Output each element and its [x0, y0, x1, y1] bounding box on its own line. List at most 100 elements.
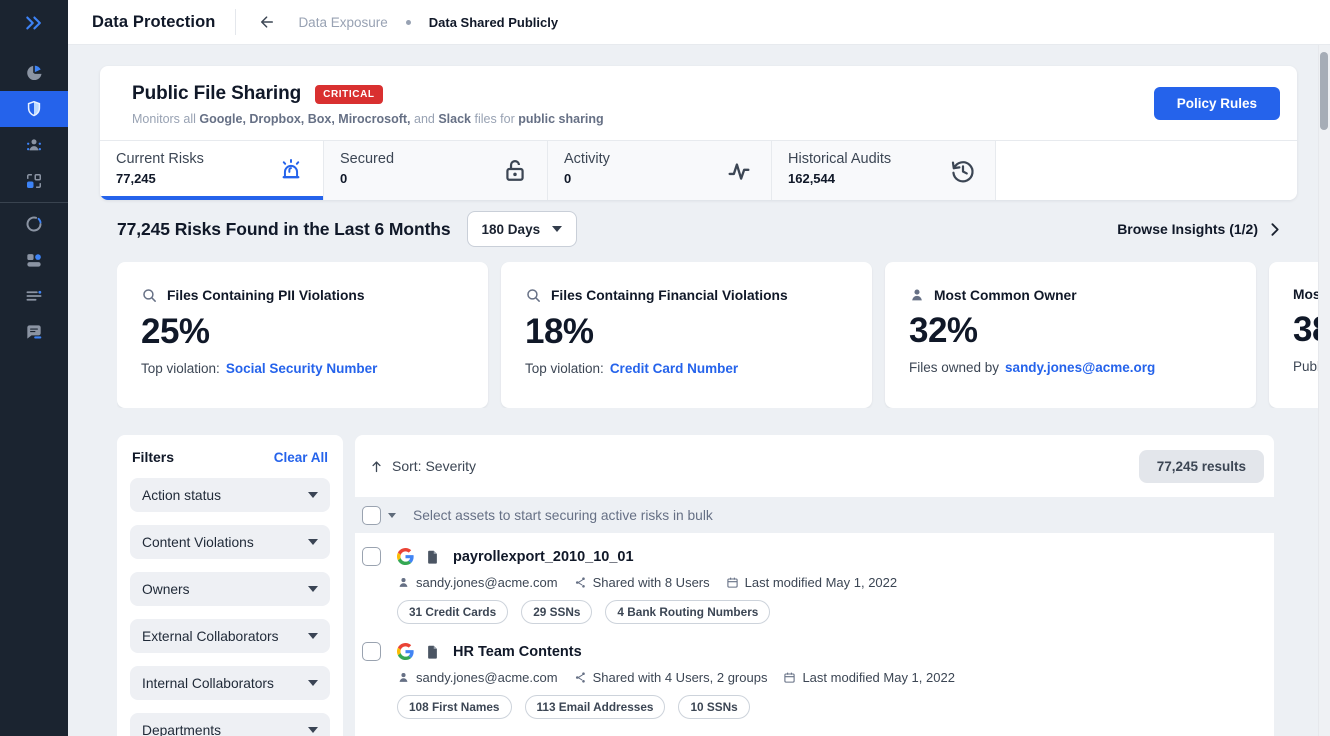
results-count-badge: 77,245 results [1139, 450, 1264, 483]
pie-chart-icon [24, 63, 44, 83]
history-icon [949, 157, 977, 185]
scrollbar-thumb[interactable] [1320, 52, 1328, 130]
search-icon [525, 287, 542, 304]
page-scrollbar[interactable] [1318, 45, 1330, 736]
calendar-icon [783, 671, 796, 684]
bulk-select-caret-icon[interactable] [388, 513, 396, 518]
violation-tag: 108 First Names [397, 695, 512, 719]
caret-down-icon [308, 539, 318, 545]
tab-secured[interactable]: Secured 0 [324, 141, 548, 200]
clear-all-filters-link[interactable]: Clear All [274, 450, 328, 465]
asset-name-link[interactable]: payrollexport_2010_10_01 [453, 549, 634, 565]
google-drive-icon [397, 548, 414, 565]
insight-value: 38 [1293, 310, 1318, 350]
header-divider [235, 9, 236, 35]
breadcrumb-parent[interactable]: Data Exposure [298, 15, 387, 30]
caret-down-icon [308, 492, 318, 498]
filter-label: External Collaborators [142, 629, 279, 644]
insight-footer-prefix: Files owned by [909, 360, 999, 375]
sidebar-item-support[interactable] [0, 314, 68, 350]
filter-label: Content Violations [142, 535, 254, 550]
asset-owner: sandy.jones@acme.com [397, 670, 558, 685]
sidebar-item-analytics[interactable] [0, 55, 68, 91]
policy-subtitle: Monitors all Google, Dropbox, Box, Miroc… [132, 112, 1265, 126]
violation-tag: 113 Email Addresses [525, 695, 666, 719]
filter-external-collaborators[interactable]: External Collaborators [130, 619, 330, 653]
app-title: Data Protection [92, 13, 215, 32]
insight-title: Files Containng Financial Violations [551, 288, 788, 303]
insight-footer-link[interactable]: sandy.jones@acme.org [1005, 360, 1155, 375]
app-sidebar [0, 0, 68, 736]
insight-footer-prefix: Top violation: [525, 361, 604, 376]
tab-current-risks[interactable]: Current Risks 77,245 [100, 141, 324, 200]
violation-tag: 31 Credit Cards [397, 600, 508, 624]
date-range-value: 180 Days [482, 222, 541, 237]
caret-down-icon [308, 680, 318, 686]
shield-icon [24, 99, 44, 119]
tab-activity[interactable]: Activity 0 [548, 141, 772, 200]
tab-historical-audits[interactable]: Historical Audits 162,544 [772, 141, 996, 200]
sidebar-item-logs[interactable] [0, 278, 68, 314]
asset-row: HR Team Contents sandy.jones@acme.com Sh… [355, 642, 1274, 736]
document-icon [425, 644, 440, 660]
chat-icon [24, 322, 44, 342]
policy-tabs: Current Risks 77,245 Secured 0 Activity … [100, 140, 1297, 200]
double-chevron-icon [24, 13, 44, 33]
share-icon [574, 576, 587, 589]
share-icon [574, 671, 587, 684]
filter-label: Owners [142, 582, 190, 597]
policy-title: Public File Sharing [132, 83, 301, 105]
lock-icon [501, 157, 529, 185]
sidebar-expand-button[interactable] [0, 0, 68, 45]
insight-cards-carousel: Files Containing PII Violations 25% Top … [117, 262, 1318, 408]
policy-header: Public File Sharing CRITICAL Monitors al… [100, 66, 1297, 140]
sidebar-item-data-protection[interactable] [0, 91, 68, 127]
asset-name-link[interactable]: HR Team Contents [453, 644, 582, 660]
policy-rules-button[interactable]: Policy Rules [1154, 87, 1280, 120]
filter-action-status[interactable]: Action status [130, 478, 330, 512]
insight-footer-prefix: Publ [1293, 359, 1318, 374]
insight-card-owner: Most Common Owner 32% Files owned bysand… [885, 262, 1256, 408]
results-panel: Sort: Severity 77,245 results Select ass… [355, 435, 1274, 736]
sort-label: Sort: Severity [392, 458, 476, 474]
browse-insights-label: Browse Insights (1/2) [1117, 221, 1258, 237]
users-icon [24, 135, 44, 155]
breadcrumb-dot [406, 20, 411, 25]
back-button[interactable] [258, 13, 276, 31]
calendar-icon [726, 576, 739, 589]
asset-last-modified: Last modified May 1, 2022 [726, 575, 897, 590]
sort-control[interactable]: Sort: Severity [369, 458, 476, 474]
tabs-filler [996, 141, 1297, 200]
google-drive-icon [397, 643, 414, 660]
asset-owner: sandy.jones@acme.com [397, 575, 558, 590]
insight-value: 25% [141, 312, 464, 352]
filter-internal-collaborators[interactable]: Internal Collaborators [130, 666, 330, 700]
insight-title: Most Common Owner [934, 288, 1077, 303]
asset-checkbox[interactable] [362, 642, 381, 661]
browse-insights-link[interactable]: Browse Insights (1/2) [1117, 221, 1283, 238]
filter-departments[interactable]: Departments [130, 713, 330, 736]
sidebar-item-apps[interactable] [0, 242, 68, 278]
filters-panel: Filters Clear All Action status Content … [117, 435, 343, 736]
bulk-select-checkbox[interactable] [362, 506, 381, 525]
sync-icon [24, 214, 44, 234]
back-arrow-icon [258, 13, 276, 31]
sidebar-item-workflows[interactable] [0, 163, 68, 199]
insight-title: Files Containing PII Violations [167, 288, 365, 303]
sidebar-item-identities[interactable] [0, 127, 68, 163]
insight-footer-link[interactable]: Credit Card Number [610, 361, 738, 376]
date-range-dropdown[interactable]: 180 Days [467, 211, 578, 247]
search-icon [141, 287, 158, 304]
sidebar-item-sync[interactable] [0, 206, 68, 242]
asset-checkbox[interactable] [362, 547, 381, 566]
violation-tag: 4 Bank Routing Numbers [605, 600, 770, 624]
breadcrumb-current: Data Shared Publicly [429, 15, 558, 30]
filter-label: Internal Collaborators [142, 676, 274, 691]
caret-down-icon [308, 727, 318, 733]
filter-content-violations[interactable]: Content Violations [130, 525, 330, 559]
sidebar-divider [0, 202, 68, 203]
filter-owners[interactable]: Owners [130, 572, 330, 606]
insight-footer-link[interactable]: Social Security Number [226, 361, 378, 376]
caret-down-icon [552, 226, 562, 232]
insight-footer-prefix: Top violation: [141, 361, 220, 376]
